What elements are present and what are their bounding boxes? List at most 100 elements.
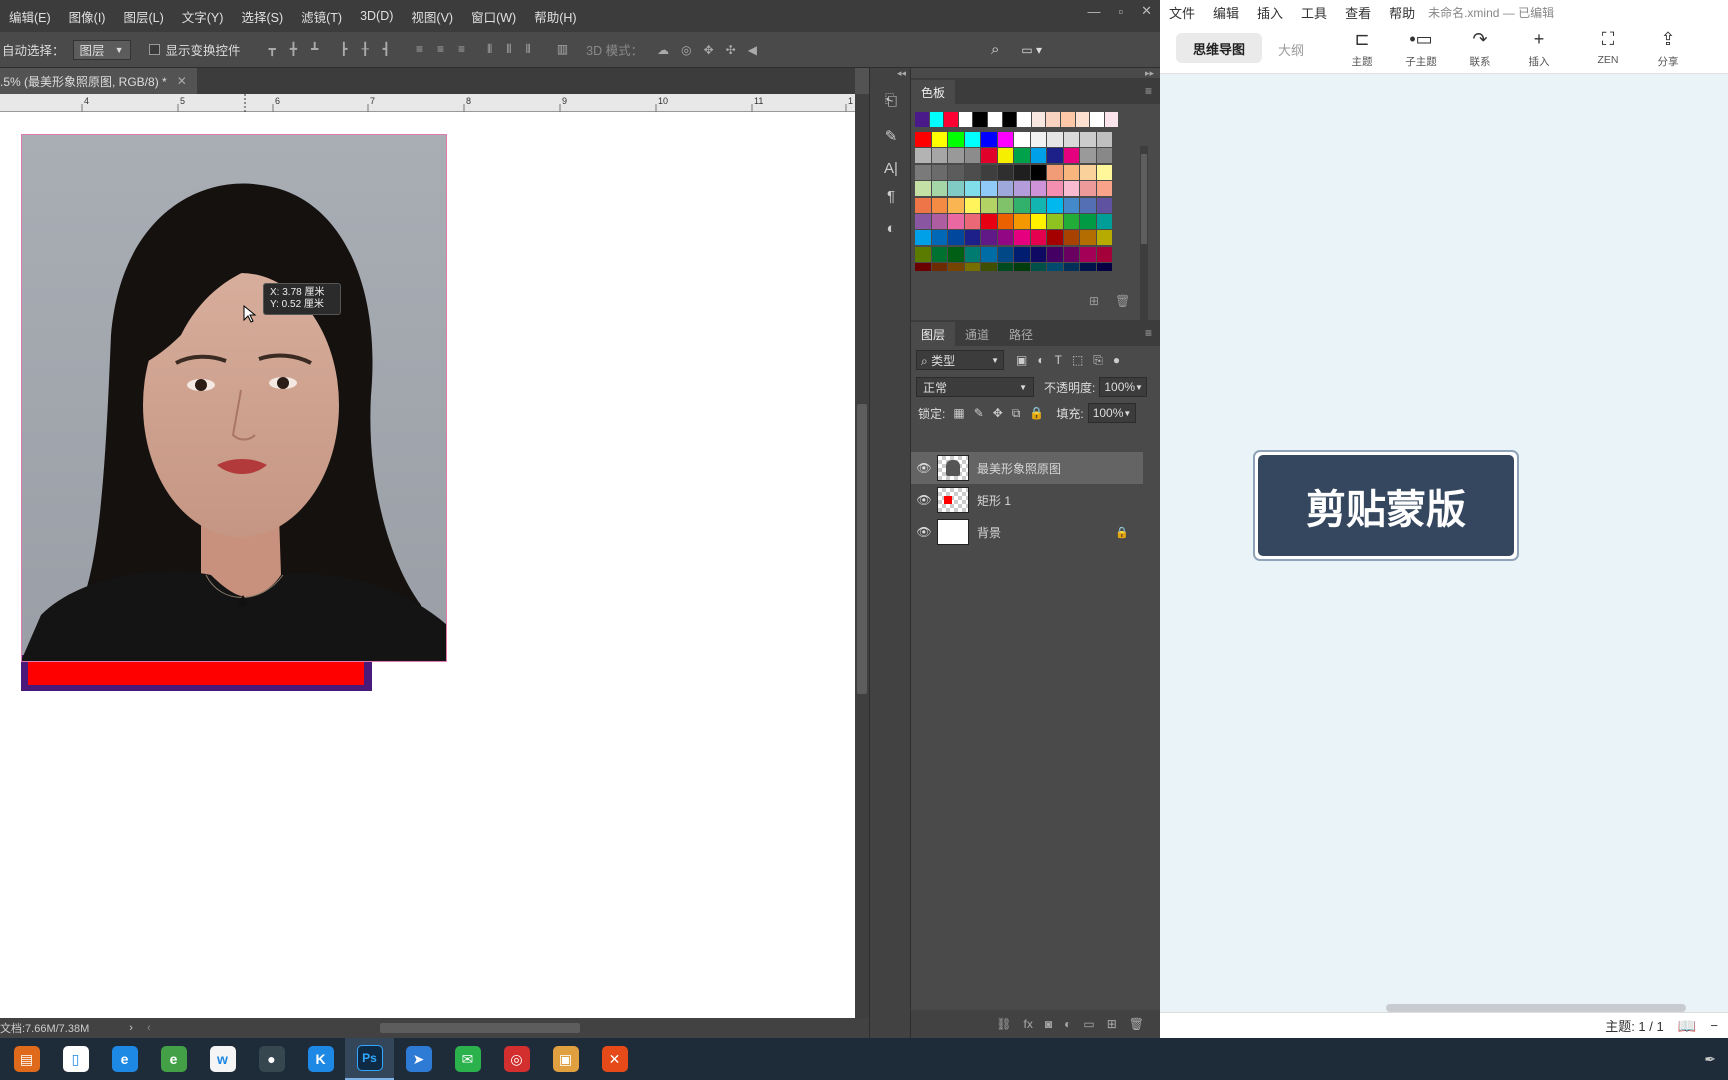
color-swatch[interactable] xyxy=(1096,214,1112,229)
tab-channels[interactable]: 通道 xyxy=(955,322,999,346)
fill-field[interactable]: 100% ▼ xyxy=(1087,403,1136,423)
color-swatch[interactable] xyxy=(1096,230,1112,246)
distribute-left-icon[interactable]: ⦀ xyxy=(487,42,492,57)
orbit-3d-icon[interactable]: ☁ xyxy=(657,43,669,57)
xm-horizontal-scrollbar[interactable] xyxy=(1160,1004,1728,1012)
xm-menu-view[interactable]: 查看 xyxy=(1336,3,1380,22)
color-swatch[interactable] xyxy=(1080,148,1096,164)
color-swatch[interactable] xyxy=(1030,214,1046,229)
color-swatch[interactable] xyxy=(1096,164,1112,180)
add-mask-icon[interactable]: ◙ xyxy=(1045,1017,1052,1031)
pen-icon[interactable]: ✒ xyxy=(1704,1051,1716,1068)
tab-paths[interactable]: 路径 xyxy=(999,322,1043,346)
taskbar-app[interactable]: ▯ xyxy=(51,1038,100,1080)
color-swatch[interactable] xyxy=(1047,148,1063,164)
align-vcenter-icon[interactable]: ╋ xyxy=(290,42,297,57)
color-swatch[interactable] xyxy=(931,181,947,197)
taskbar-app[interactable]: ▣ xyxy=(541,1038,590,1080)
distribute-hcenter-icon[interactable]: ⦀ xyxy=(506,42,511,57)
color-swatch[interactable] xyxy=(1063,214,1079,229)
color-swatch[interactable] xyxy=(981,148,997,164)
filter-smart-icon[interactable]: ⎘ xyxy=(1093,353,1103,368)
auto-align-icon[interactable]: ▥ xyxy=(557,42,568,57)
color-swatch[interactable] xyxy=(915,263,931,272)
color-swatch[interactable] xyxy=(981,164,997,180)
new-swatch-icon[interactable]: ⊞ xyxy=(1089,294,1099,308)
color-swatch[interactable] xyxy=(1063,148,1079,164)
tab-layers[interactable]: 图层 xyxy=(911,322,956,346)
xm-menu-tools[interactable]: 工具 xyxy=(1292,3,1336,22)
xm-menu-edit[interactable]: 编辑 xyxy=(1204,3,1248,22)
color-swatch[interactable] xyxy=(964,214,980,229)
document-canvas[interactable]: X: 3.78 厘米 Y: 0.52 厘米 xyxy=(0,112,855,1018)
panel-menu-icon[interactable]: ≡ xyxy=(1137,84,1160,104)
color-swatch[interactable] xyxy=(1047,181,1063,197)
visibility-eye-icon[interactable]: 👁 xyxy=(911,461,937,475)
scale-3d-icon[interactable]: ◀ xyxy=(748,43,757,57)
visibility-eye-icon[interactable]: 👁 xyxy=(911,525,937,539)
color-swatch[interactable] xyxy=(981,263,997,272)
color-swatch[interactable] xyxy=(1080,181,1096,197)
menu-image[interactable]: 图像(I) xyxy=(60,7,115,26)
color-swatch[interactable] xyxy=(1030,164,1046,180)
color-swatch[interactable] xyxy=(1030,246,1046,262)
relationship-button[interactable]: ↷ 联系 xyxy=(1455,28,1505,69)
color-swatch[interactable] xyxy=(1063,246,1079,262)
color-swatch[interactable] xyxy=(1063,164,1079,180)
color-swatch[interactable] xyxy=(948,148,964,164)
vertical-scroll-thumb[interactable] xyxy=(857,404,867,694)
color-swatch[interactable] xyxy=(1014,148,1030,164)
swatches-scrollbar[interactable] xyxy=(1140,146,1148,332)
color-swatch[interactable] xyxy=(1096,148,1112,164)
color-swatch[interactable] xyxy=(1014,214,1030,229)
xm-menu-insert[interactable]: 插入 xyxy=(1248,3,1292,22)
color-swatch[interactable] xyxy=(948,197,964,213)
color-swatch[interactable] xyxy=(1014,246,1030,262)
status-arrow-icon[interactable]: › xyxy=(129,1022,133,1034)
paragraph-icon[interactable]: ¶ xyxy=(870,182,912,210)
menu-type[interactable]: 文字(Y) xyxy=(173,7,233,26)
color-swatch[interactable] xyxy=(973,112,987,127)
filter-toggle-icon[interactable]: ● xyxy=(1113,353,1120,368)
minimize-icon[interactable]: — xyxy=(1087,4,1100,19)
color-swatch[interactable] xyxy=(1096,246,1112,262)
tab-outline[interactable]: 大纲 xyxy=(1278,40,1304,59)
group-folder-icon[interactable]: ▭ xyxy=(1083,1017,1094,1031)
color-swatch[interactable] xyxy=(948,263,964,272)
filter-image-icon[interactable]: ▣ xyxy=(1016,353,1027,368)
scroll-left-icon[interactable]: ‹ xyxy=(147,1022,151,1034)
align-right-icon[interactable]: ┫ xyxy=(383,42,390,57)
search-icon[interactable]: ⌕ xyxy=(991,41,999,58)
taskbar-app[interactable]: ● xyxy=(247,1038,296,1080)
lock-artboard-icon[interactable]: ⧉ xyxy=(1012,406,1021,421)
color-swatch[interactable] xyxy=(964,181,980,197)
xm-menu-file[interactable]: 文件 xyxy=(1160,3,1204,22)
color-swatch[interactable] xyxy=(1031,112,1046,127)
color-swatch[interactable] xyxy=(915,181,931,197)
color-swatch[interactable] xyxy=(929,112,944,127)
color-swatch[interactable] xyxy=(964,197,980,213)
maximize-icon[interactable]: ▫ xyxy=(1118,4,1123,19)
workspace-icon[interactable]: ▭ ▾ xyxy=(1021,43,1042,57)
color-swatch[interactable] xyxy=(964,132,980,147)
color-swatch[interactable] xyxy=(1002,112,1017,127)
color-swatch[interactable] xyxy=(1030,263,1046,272)
color-swatch[interactable] xyxy=(1047,214,1063,229)
color-swatch[interactable] xyxy=(997,263,1013,272)
drag-3d-icon[interactable]: ✥ xyxy=(704,43,714,57)
menu-filter[interactable]: 滤镜(T) xyxy=(292,7,351,26)
color-swatch[interactable] xyxy=(931,148,947,164)
xm-scroll-thumb[interactable] xyxy=(1386,1004,1686,1012)
taskbar-app[interactable]: w xyxy=(198,1038,247,1080)
delete-layer-icon[interactable]: 🗑 xyxy=(1129,1017,1144,1031)
layers-menu-icon[interactable]: ≡ xyxy=(1137,326,1160,346)
color-swatch[interactable] xyxy=(948,181,964,197)
insert-button[interactable]: + 插入 xyxy=(1514,28,1564,69)
zen-button[interactable]: ⛶ ZEN xyxy=(1583,28,1633,66)
color-swatch[interactable] xyxy=(1014,181,1030,197)
color-swatch[interactable] xyxy=(964,148,980,164)
slide-3d-icon[interactable]: ✣ xyxy=(726,43,736,57)
color-swatch[interactable] xyxy=(1030,181,1046,197)
color-swatch[interactable] xyxy=(1014,230,1030,246)
taskbar-app[interactable]: K xyxy=(296,1038,345,1080)
